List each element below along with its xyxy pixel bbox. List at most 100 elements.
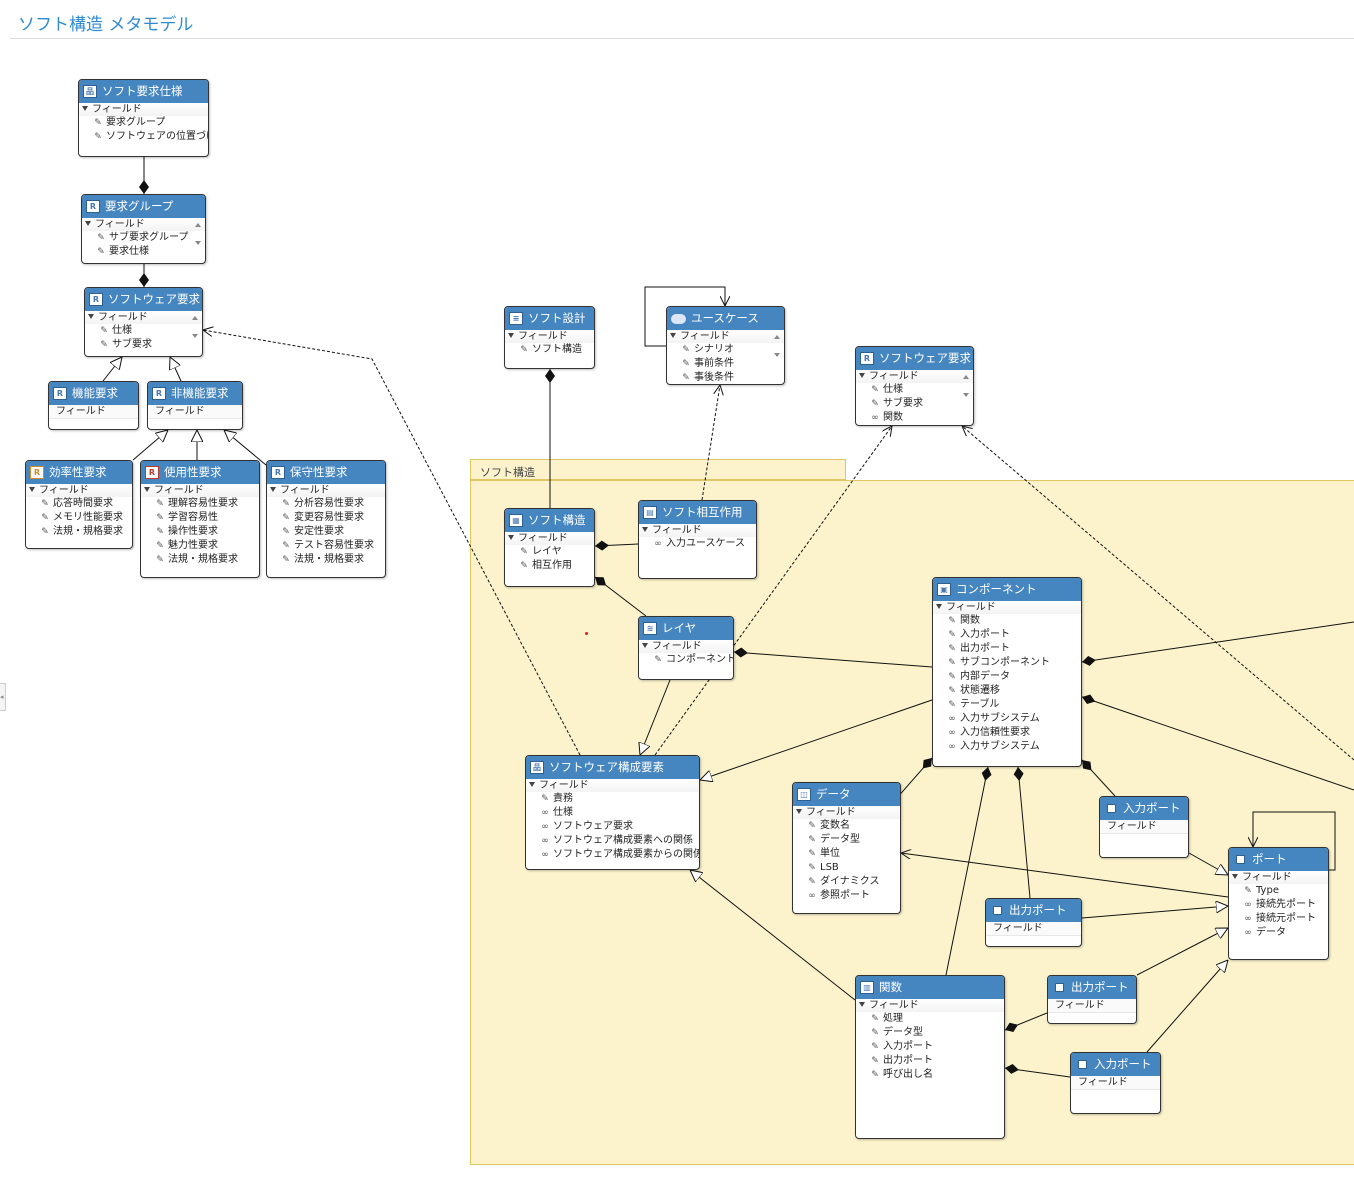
b_kozo-header[interactable]: ▦ ソフト構造: [505, 509, 594, 532]
expand-triangle-icon[interactable]: [144, 487, 150, 492]
field-row[interactable]: ✎ 法規・規格要求: [267, 553, 385, 567]
b_group-header[interactable]: R 要求グループ: [82, 195, 205, 218]
class-box-soft-interaction[interactable]: ▤ ソフト相互作用 フィールド ∞ 入力ユースケース: [638, 500, 757, 579]
field-row[interactable]: ✎ 魅力性要求: [141, 539, 259, 553]
b_sogo-header[interactable]: ▤ ソフト相互作用: [639, 501, 756, 524]
fields-section-toggle[interactable]: フィールド: [1100, 820, 1188, 834]
expand-triangle-icon[interactable]: [270, 487, 276, 492]
composition-connector[interactable]: [945, 766, 992, 976]
field-row[interactable]: ✎ テーブル: [933, 698, 1081, 712]
class-box-software-element[interactable]: 品ソフトウェア構成要素 フィールド ✎ 責務 ∞ 仕様 ∞ ソフトウェア要求 ∞ ソフトウェア構成…: [525, 755, 700, 870]
field-row[interactable]: ∞ データ: [1229, 926, 1328, 940]
fields-section-toggle[interactable]: フィールド: [856, 999, 1004, 1012]
fields-section-toggle[interactable]: フィールド: [639, 524, 756, 537]
expand-triangle-icon[interactable]: [508, 333, 514, 338]
field-row[interactable]: ✎ ダイナミクス: [793, 875, 900, 889]
class-box-input-port-2[interactable]: 入力ポート フィールド: [1070, 1052, 1161, 1114]
b_swreq2-header[interactable]: R ソフトウェア要求: [856, 347, 973, 370]
class-box-output-port[interactable]: 出力ポート フィールド: [985, 898, 1082, 947]
fields-section-toggle[interactable]: フィールド: [141, 484, 259, 497]
field-row[interactable]: ✎ 呼び出し名: [856, 1068, 1004, 1082]
fields-section-toggle[interactable]: フィールド: [505, 532, 594, 545]
class-box-data[interactable]: ◫ データ フィールド ✎ 変数名 ✎ データ型 ✎ 単位 ✎ LSB ✎ ダイナミクス ∞ 参照ポート: [792, 782, 901, 914]
generalization-connector[interactable]: [1188, 852, 1228, 875]
expand-triangle-icon[interactable]: [859, 1002, 865, 1007]
field-row[interactable]: ✎ サブコンポーネント: [933, 656, 1081, 670]
b_hoshu-header[interactable]: R 保守性要求: [267, 461, 385, 484]
field-row[interactable]: ✎ 出力ポート: [856, 1054, 1004, 1068]
fields-scrollbar[interactable]: [192, 316, 199, 338]
expand-triangle-icon[interactable]: [29, 487, 35, 492]
class-box-functional-requirement[interactable]: R 機能要求 フィールド: [48, 381, 139, 430]
field-row[interactable]: ✎ LSB: [793, 861, 900, 875]
b_outport1-header[interactable]: 出力ポート: [986, 899, 1081, 922]
field-row[interactable]: ✎ 理解容易性要求: [141, 497, 259, 511]
b_kansu-header[interactable]: ▥ 関数: [856, 976, 1004, 999]
class-box-function[interactable]: ▥ 関数 フィールド ✎ 処理 ✎ データ型 ✎ 入力ポート ✎ 出力ポート ✎ 呼び出し名: [855, 975, 1005, 1139]
field-row[interactable]: ✎ 法規・規格要求: [141, 553, 259, 567]
fields-section-toggle[interactable]: フィールド: [85, 311, 202, 324]
b_koritsu-header[interactable]: R 効率性要求: [26, 461, 132, 484]
class-box-output-port-2[interactable]: 出力ポート フィールド: [1047, 975, 1137, 1024]
fields-section-toggle[interactable]: フィールド: [505, 330, 594, 343]
field-row[interactable]: ✎ 要求仕様: [82, 245, 205, 259]
generalization-connector[interactable]: [102, 357, 122, 382]
expand-triangle-icon[interactable]: [936, 604, 942, 609]
field-row[interactable]: ∞ ソフトウェア構成要素からの関係: [526, 848, 699, 862]
field-row[interactable]: ✎ 操作性要求: [141, 525, 259, 539]
generalization-connector[interactable]: [640, 679, 671, 755]
composition-connector[interactable]: [1004, 1012, 1048, 1033]
field-row[interactable]: ✎ サブ要求: [856, 397, 973, 411]
b_kino-header[interactable]: R 機能要求: [49, 382, 138, 405]
field-row[interactable]: ✎ 状態遷移: [933, 684, 1081, 698]
field-row[interactable]: ∞ 接続先ポート: [1229, 898, 1328, 912]
field-row[interactable]: ✎ データ型: [856, 1026, 1004, 1040]
association-connector[interactable]: [901, 853, 1229, 898]
class-box-software-requirement-2[interactable]: R ソフトウェア要求 フィールド ✎ 仕様 ✎ サブ要求 ∞ 関数: [855, 346, 974, 426]
field-row[interactable]: ✎ ソフト構造: [505, 343, 594, 357]
expand-triangle-icon[interactable]: [642, 527, 648, 532]
b_outport2-header[interactable]: 出力ポート: [1048, 976, 1136, 999]
field-row[interactable]: ∞ ソフトウェア要求: [526, 820, 699, 834]
field-row[interactable]: ∞ 接続元ポート: [1229, 912, 1328, 926]
class-box-soft-requirement-spec[interactable]: 品ソフト要求仕様 フィールド ✎ 要求グループ ✎ ソフトウェアの位置づけ: [78, 79, 209, 157]
field-row[interactable]: ✎ 出力ポート: [933, 642, 1081, 656]
field-row[interactable]: ✎ コンポーネント: [639, 653, 733, 667]
expand-triangle-icon[interactable]: [508, 535, 514, 540]
fields-section-toggle[interactable]: フィールド: [986, 922, 1081, 936]
field-row[interactable]: ✎ 責務: [526, 792, 699, 806]
b_component-header[interactable]: ▣ コンポーネント: [933, 578, 1081, 601]
fields-section-toggle[interactable]: フィールド: [526, 779, 699, 792]
class-box-soft-structure[interactable]: ▦ ソフト構造 フィールド ✎ レイヤ ✎ 相互作用: [504, 508, 595, 587]
field-row[interactable]: ✎ 法規・規格要求: [26, 525, 132, 539]
class-box-maintainability-requirement[interactable]: R 保守性要求 フィールド ✎ 分析容易性要求 ✎ 変更容易性要求 ✎ 安定性要求 ✎ テスト容易性…: [266, 460, 386, 578]
reference-connector[interactable]: [701, 385, 720, 501]
b_inport2-header[interactable]: 入力ポート: [1071, 1053, 1160, 1076]
fields-section-toggle[interactable]: フィールド: [1048, 999, 1136, 1013]
field-row[interactable]: ∞ 入力サブシステム: [933, 712, 1081, 726]
fields-scrollbar[interactable]: [774, 335, 781, 357]
class-box-efficiency-requirement[interactable]: R 効率性要求 フィールド ✎ 応答時間要求 ✎ メモリ性能要求 ✎ 法規・規格要求: [25, 460, 133, 549]
fields-section-toggle[interactable]: フィールド: [49, 405, 138, 419]
fields-section-toggle[interactable]: フィールド: [793, 806, 900, 819]
field-row[interactable]: ∞ 入力信頼性要求: [933, 726, 1081, 740]
field-row[interactable]: ✎ 事後条件: [667, 371, 784, 384]
expand-triangle-icon[interactable]: [859, 373, 865, 378]
fields-section-toggle[interactable]: フィールド: [856, 370, 973, 383]
field-row[interactable]: ✎ シナリオ: [667, 343, 784, 357]
b_data-header[interactable]: ◫ データ: [793, 783, 900, 806]
fields-section-toggle[interactable]: フィールド: [1229, 871, 1328, 884]
reference-connector[interactable]: [654, 426, 892, 756]
fields-scrollbar[interactable]: [195, 223, 202, 245]
class-box-use-case[interactable]: ユースケース フィールド ✎ シナリオ ✎ 事前条件 ✎ 事後条件: [666, 306, 785, 385]
class-box-non-functional-requirement[interactable]: R 非機能要求 フィールド: [147, 381, 243, 430]
field-row[interactable]: ∞ 入力サブシステム: [933, 740, 1081, 754]
b_port-header[interactable]: ポート: [1229, 848, 1328, 871]
expand-triangle-icon[interactable]: [88, 314, 94, 319]
field-row[interactable]: ✎ 分析容易性要求: [267, 497, 385, 511]
b_inport1-header[interactable]: 入力ポート: [1100, 797, 1188, 820]
class-box-input-port[interactable]: 入力ポート フィールド: [1099, 796, 1189, 858]
composition-connector[interactable]: [733, 647, 933, 668]
field-row[interactable]: ∞ 関数: [856, 411, 973, 425]
field-row[interactable]: ✎ 変数名: [793, 819, 900, 833]
